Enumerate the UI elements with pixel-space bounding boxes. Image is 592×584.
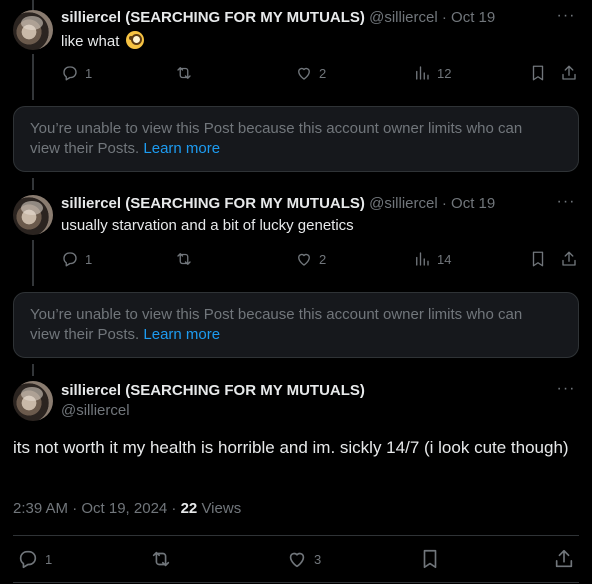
display-name[interactable]: silliercel (SEARCHING FOR MY MUTUALS) <box>61 381 365 401</box>
post-date[interactable]: Oct 19 <box>451 195 495 212</box>
heart-icon <box>298 67 310 80</box>
thread-line <box>32 0 34 10</box>
more-dots-icon[interactable]: ··· <box>556 8 576 29</box>
share-button[interactable] <box>560 63 578 83</box>
views-count: 12 <box>437 65 452 81</box>
reply-button[interactable]: 1 <box>61 63 92 83</box>
divider <box>13 582 579 583</box>
repost-icon <box>177 67 191 79</box>
repost-button[interactable] <box>150 548 172 570</box>
notice-text: view their Posts. <box>30 140 140 157</box>
share-icon <box>562 251 576 266</box>
divider <box>13 535 579 536</box>
action-bar: 1 3 <box>13 548 579 570</box>
reply-icon <box>63 66 77 81</box>
reply-count: 1 <box>45 551 53 567</box>
action-bar: 1 2 14 <box>61 249 580 269</box>
learn-more-link[interactable]: Learn more <box>143 140 220 157</box>
like-count: 2 <box>319 65 327 81</box>
post-meta: 2:39 AM · Oct 19, 2024 · 22 Views <box>13 499 241 519</box>
post-text: usually starvation and a bit of lucky ge… <box>61 217 354 234</box>
thread-line <box>32 240 34 286</box>
notice-text: view their Posts. <box>30 326 140 343</box>
repost-icon <box>177 253 191 265</box>
bookmark-icon <box>532 251 544 267</box>
reply-count: 1 <box>85 65 93 81</box>
reply-count: 1 <box>85 251 93 267</box>
thread-line <box>32 178 34 190</box>
display-name[interactable]: silliercel (SEARCHING FOR MY MUTUALS) <box>61 9 365 26</box>
share-icon <box>562 65 576 80</box>
notice-line-1: You’re unable to view this Post because … <box>30 306 523 323</box>
reply-icon <box>19 550 37 569</box>
share-button[interactable] <box>553 548 575 570</box>
post-header: silliercel (SEARCHING FOR MY MUTUALS) @s… <box>61 8 495 28</box>
handle[interactable]: @silliercel <box>369 9 438 26</box>
repost-button[interactable] <box>175 63 193 83</box>
restricted-post-notice: You’re unable to view this Post because … <box>13 106 579 172</box>
heart-icon <box>298 253 310 266</box>
views-button[interactable]: 14 <box>413 249 451 269</box>
views-label: Views <box>201 500 242 517</box>
reply-thread: silliercel (SEARCHING FOR MY MUTUALS) @s… <box>0 0 592 584</box>
bookmark-icon <box>423 549 437 569</box>
views-count: 22 <box>180 500 198 517</box>
notice-line-1: You’re unable to view this Post because … <box>30 120 523 137</box>
face-with-monocle-icon <box>125 31 144 49</box>
views-chart-icon <box>416 66 429 80</box>
learn-more-link[interactable]: Learn more <box>143 326 220 343</box>
separator: · <box>441 195 447 212</box>
handle[interactable]: @silliercel <box>369 195 438 212</box>
post-header: silliercel (SEARCHING FOR MY MUTUALS) @s… <box>61 194 495 214</box>
display-name[interactable]: silliercel (SEARCHING FOR MY MUTUALS) <box>61 195 365 212</box>
heart-icon <box>289 552 305 568</box>
post-text-content: like what <box>61 33 120 50</box>
avatar[interactable] <box>13 381 53 421</box>
share-icon <box>555 549 573 568</box>
views-chart-icon <box>416 252 429 266</box>
bookmark-button[interactable] <box>419 548 441 570</box>
repost-button[interactable] <box>175 249 193 269</box>
like-button[interactable]: 2 <box>295 249 326 269</box>
bookmark-button[interactable] <box>529 249 547 269</box>
post-timestamp[interactable]: 2:39 AM · Oct 19, 2024 · <box>13 500 176 517</box>
more-dots-icon[interactable]: ··· <box>556 381 576 402</box>
post-date[interactable]: Oct 19 <box>451 9 495 26</box>
like-button[interactable]: 3 <box>286 548 321 570</box>
separator: · <box>441 9 447 26</box>
like-count: 3 <box>314 551 322 567</box>
more-dots-icon[interactable]: ··· <box>556 194 576 215</box>
restricted-post-notice: You’re unable to view this Post because … <box>13 292 579 358</box>
notice-line-2: view their Posts. Learn more <box>30 325 562 345</box>
reply-button[interactable]: 1 <box>61 249 92 269</box>
bookmark-button[interactable] <box>529 63 547 83</box>
thread-line <box>32 54 34 100</box>
views-count: 14 <box>437 251 452 267</box>
avatar[interactable] <box>13 10 53 50</box>
repost-icon <box>152 551 170 567</box>
thread-line <box>32 364 34 376</box>
handle[interactable]: @silliercel <box>61 401 130 421</box>
like-button[interactable]: 2 <box>295 63 326 83</box>
avatar[interactable] <box>13 195 53 235</box>
action-bar: 1 2 12 <box>61 63 580 83</box>
views-button[interactable]: 12 <box>413 63 451 83</box>
post-text: its not worth it my health is horrible a… <box>13 438 569 457</box>
post-text: like what <box>61 31 144 52</box>
reply-button[interactable]: 1 <box>17 548 52 570</box>
reply-icon <box>63 252 77 267</box>
bookmark-icon <box>532 65 544 81</box>
share-button[interactable] <box>560 249 578 269</box>
like-count: 2 <box>319 251 327 267</box>
notice-line-2: view their Posts. Learn more <box>30 139 562 159</box>
